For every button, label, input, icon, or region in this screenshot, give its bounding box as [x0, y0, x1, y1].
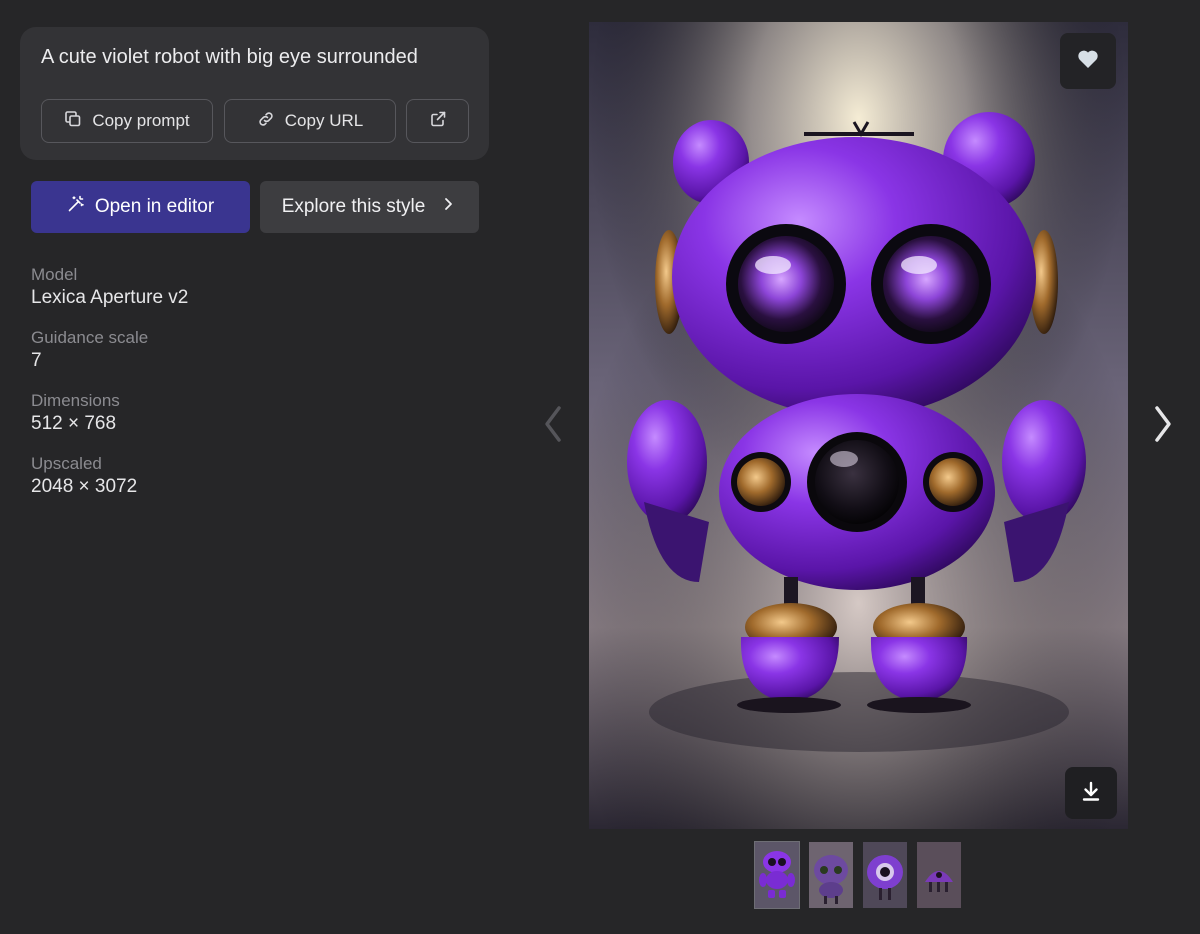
meta-upscaled: Upscaled 2048 × 3072 — [31, 453, 188, 516]
chevron-left-icon — [540, 402, 566, 451]
prompt-card: A cute violet robot with big eye surroun… — [20, 27, 489, 160]
previous-image-button[interactable] — [533, 400, 573, 452]
download-button[interactable] — [1065, 767, 1117, 819]
thumbnail-2[interactable] — [809, 842, 853, 908]
open-in-editor-label: Open in editor — [94, 196, 215, 217]
chevron-right-icon — [1150, 402, 1176, 451]
robot-artwork — [589, 22, 1128, 829]
meta-label: Model — [31, 265, 78, 284]
meta-value: 7 — [31, 350, 42, 371]
meta-label: Dimensions — [31, 391, 120, 410]
meta-label: Guidance scale — [31, 328, 149, 347]
open-in-editor-button[interactable]: Open in editor — [31, 181, 250, 233]
explore-style-button[interactable]: Explore this style — [260, 181, 479, 233]
thumbnail-4[interactable] — [917, 842, 961, 908]
thumbnail-3[interactable] — [863, 842, 907, 908]
prompt-text: A cute violet robot with big eye surroun… — [41, 46, 418, 68]
meta-value: Lexica Aperture v2 — [31, 287, 189, 308]
meta-model: Model Lexica Aperture v2 — [31, 264, 188, 327]
copy-prompt-label: Copy prompt — [92, 111, 190, 130]
copy-prompt-button[interactable]: Copy prompt — [41, 99, 213, 143]
meta-value: 2048 × 3072 — [31, 476, 138, 497]
copy-url-button[interactable]: Copy URL — [224, 99, 396, 143]
next-image-button[interactable] — [1143, 400, 1183, 452]
magic-wand-icon — [67, 195, 85, 219]
external-link-icon — [429, 110, 447, 133]
link-icon — [257, 110, 275, 133]
copy-url-label: Copy URL — [284, 111, 364, 130]
chevron-right-icon — [439, 195, 457, 219]
thumbnail-1[interactable] — [754, 841, 800, 909]
meta-label: Upscaled — [31, 454, 102, 473]
image-detail-page: A cute violet robot with big eye surroun… — [0, 0, 1200, 934]
explore-style-label: Explore this style — [281, 196, 426, 217]
meta-guidance-scale: Guidance scale 7 — [31, 327, 188, 390]
meta-value: 512 × 768 — [31, 413, 117, 434]
open-external-button[interactable] — [406, 99, 469, 143]
thumbnail-strip — [754, 841, 961, 909]
image-metadata: Model Lexica Aperture v2 Guidance scale … — [31, 264, 188, 516]
meta-dimensions: Dimensions 512 × 768 — [31, 390, 188, 453]
like-button[interactable] — [1060, 33, 1116, 89]
main-image[interactable] — [589, 22, 1128, 829]
heart-icon — [1077, 49, 1099, 74]
download-icon — [1081, 780, 1101, 807]
copy-icon — [64, 110, 82, 133]
